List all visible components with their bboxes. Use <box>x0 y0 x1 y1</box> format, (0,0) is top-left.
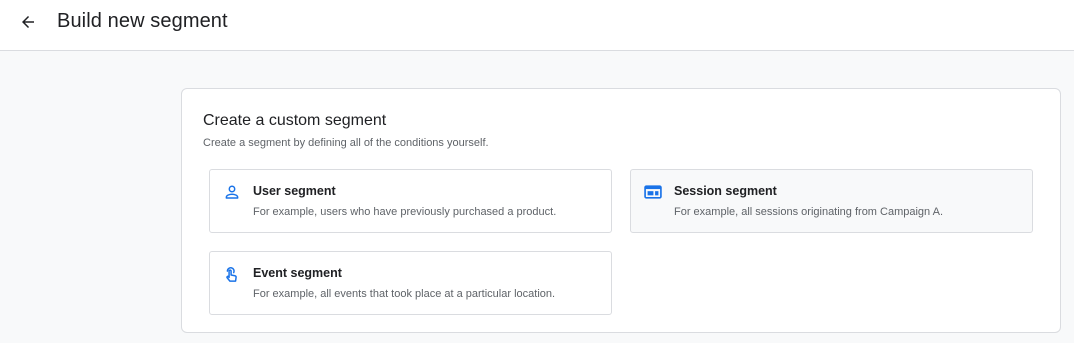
user-segment-description: For example, users who have previously p… <box>253 206 557 218</box>
back-button[interactable] <box>14 8 42 36</box>
session-segment-option[interactable]: Session segment For example, all session… <box>630 169 1033 233</box>
event-segment-option[interactable]: Event segment For example, all events th… <box>209 251 612 315</box>
panel-title: Create a custom segment <box>203 112 387 129</box>
person-icon <box>222 182 242 202</box>
user-segment-title: User segment <box>253 184 336 198</box>
event-segment-description: For example, all events that took place … <box>253 288 556 300</box>
top-bar: Build new segment <box>0 0 1074 51</box>
touch-hand-icon <box>222 264 242 284</box>
session-segment-title: Session segment <box>674 184 777 198</box>
arrow-back-icon <box>22 16 34 28</box>
custom-segment-panel: Create a custom segment Create a segment… <box>181 88 1061 333</box>
user-segment-option[interactable]: User segment For example, users who have… <box>209 169 612 233</box>
event-segment-title: Event segment <box>253 266 342 280</box>
panel-subtitle: Create a segment by defining all of the … <box>203 137 489 149</box>
session-segment-description: For example, all sessions originating fr… <box>674 206 944 218</box>
page-title: Build new segment <box>57 10 228 32</box>
web-window-icon <box>643 182 663 202</box>
